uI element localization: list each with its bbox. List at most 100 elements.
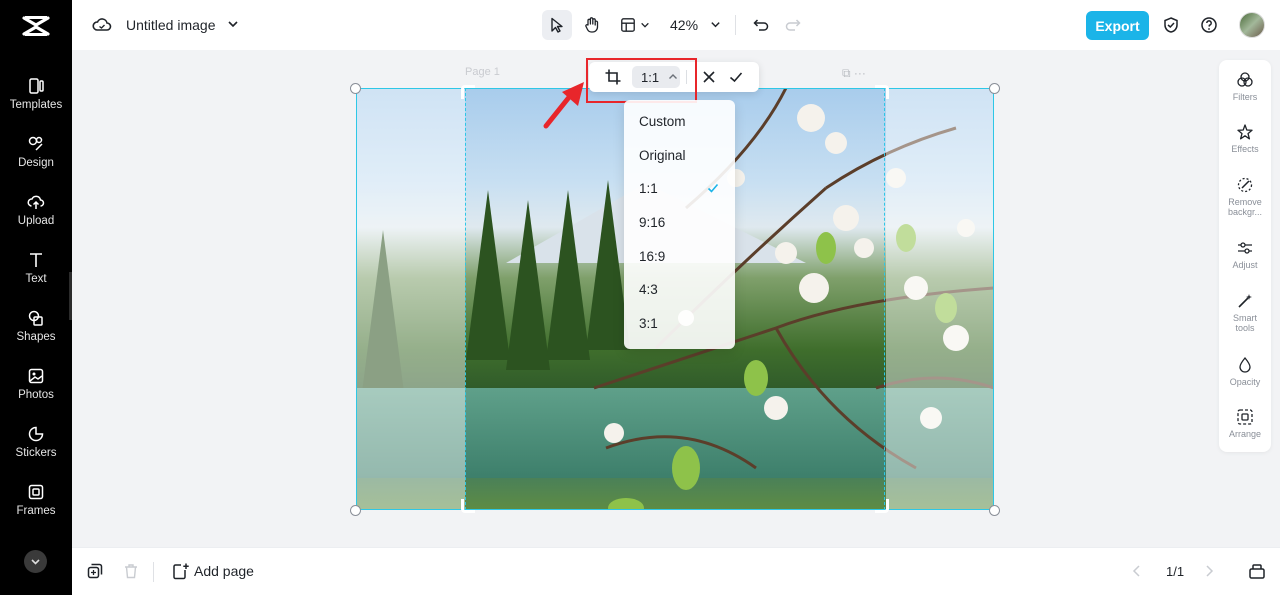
sidebar-item-label: Text xyxy=(25,273,47,285)
check-icon xyxy=(707,183,719,193)
resize-handle-top-right[interactable] xyxy=(989,83,1000,94)
undo-icon[interactable] xyxy=(751,16,769,34)
page-panel-icon[interactable] xyxy=(1248,562,1266,580)
zoom-level[interactable]: 42% xyxy=(670,17,698,33)
panel-item-arrange[interactable]: Arrange xyxy=(1219,408,1271,439)
cloud-icon[interactable] xyxy=(92,15,112,35)
sidebar-item-label: Frames xyxy=(16,505,56,517)
ratio-option-4-3[interactable]: 4:3 xyxy=(624,274,735,304)
panel-item-smart-tools[interactable]: Smart tools xyxy=(1219,292,1271,333)
upload-icon xyxy=(27,195,45,209)
shapes-icon xyxy=(28,310,43,326)
add-page-icon xyxy=(173,563,189,580)
ratio-option-1-1[interactable]: 1:1 xyxy=(624,173,735,203)
text-icon xyxy=(30,253,42,267)
chevron-down-icon xyxy=(641,22,649,28)
delete-page-icon[interactable] xyxy=(122,562,140,580)
crop-handle-bottom-left[interactable] xyxy=(461,499,475,513)
sidebar-item-label: Design xyxy=(18,157,54,169)
ratio-option-16-9[interactable]: 16:9 xyxy=(624,241,735,271)
ratio-option-label: 1:1 xyxy=(639,180,658,196)
sidebar-item-text[interactable]: Text xyxy=(0,251,72,303)
add-page-label: Add page xyxy=(194,563,254,579)
filters-icon xyxy=(1237,72,1253,87)
sidebar-item-photos[interactable]: Photos xyxy=(0,367,72,419)
select-tool-button[interactable] xyxy=(542,10,572,40)
panel-item-label: Filters xyxy=(1232,92,1258,102)
panel-item-opacity[interactable]: Opacity xyxy=(1219,356,1271,387)
next-page-icon[interactable] xyxy=(1202,562,1216,580)
page-label: Page 1 xyxy=(465,66,500,78)
sidebar-item-templates[interactable]: Templates xyxy=(0,77,72,129)
ratio-option-9-16[interactable]: 9:16 xyxy=(624,207,735,237)
resize-handle-top-left[interactable] xyxy=(350,83,361,94)
document-title[interactable]: Untitled image xyxy=(126,17,216,33)
crop-handle-top-right[interactable] xyxy=(875,85,889,99)
aspect-ratio-menu: Custom Original 1:1 9:16 16:9 4:3 3:1 xyxy=(624,100,735,349)
panel-item-effects[interactable]: Effects xyxy=(1219,123,1271,154)
annotation-arrow-icon xyxy=(543,82,584,129)
crop-handle-top-left[interactable] xyxy=(461,85,475,99)
top-bar: Untitled image 42% Export xyxy=(72,0,1280,50)
panel-item-label: Effects xyxy=(1231,144,1259,154)
remove-background-icon xyxy=(1237,177,1253,193)
add-page-button[interactable]: Add page xyxy=(172,562,254,580)
bottom-bar: Add page 1/1 xyxy=(72,547,1280,595)
previous-page-icon[interactable] xyxy=(1130,562,1144,580)
templates-icon xyxy=(29,78,44,94)
panel-item-label: Smart tools xyxy=(1232,313,1257,333)
sidebar-item-design[interactable]: Design xyxy=(0,135,72,187)
resize-handle-bottom-right[interactable] xyxy=(989,505,1000,516)
pointer-icon xyxy=(551,17,563,33)
panel-item-label: Remove backgr... xyxy=(1227,197,1263,217)
crop-handle-bottom-right[interactable] xyxy=(875,499,889,513)
layout-dropdown-button[interactable] xyxy=(615,10,655,40)
ratio-option-original[interactable]: Original xyxy=(624,140,735,170)
sidebar-item-shapes[interactable]: Shapes xyxy=(0,309,72,361)
page-actions[interactable]: ⧉ ··· xyxy=(842,66,866,81)
sidebar-item-stickers[interactable]: Stickers xyxy=(0,425,72,477)
sidebar-item-label: Templates xyxy=(9,99,63,111)
panel-item-remove-background[interactable]: Remove backgr... xyxy=(1219,176,1271,217)
sidebar-item-label: Photos xyxy=(18,389,54,401)
redo-icon[interactable] xyxy=(785,16,803,34)
arrange-icon xyxy=(1237,409,1253,425)
opacity-icon xyxy=(1239,356,1251,373)
smart-tools-icon xyxy=(1238,294,1252,308)
adjust-icon xyxy=(1238,242,1252,254)
resize-handle-bottom-left[interactable] xyxy=(350,505,361,516)
panel-item-label: Adjust xyxy=(1232,260,1258,270)
panel-item-label: Arrange xyxy=(1228,429,1262,439)
ratio-option-3-1[interactable]: 3:1 xyxy=(624,308,735,338)
hand-tool-button[interactable] xyxy=(577,10,607,40)
photos-icon xyxy=(28,368,44,384)
sidebar-more-button[interactable] xyxy=(24,550,47,573)
panel-item-filters[interactable]: Filters xyxy=(1219,71,1271,102)
layout-icon xyxy=(621,18,635,32)
sidebar-item-frames[interactable]: Frames xyxy=(0,483,72,535)
chevron-down-icon[interactable] xyxy=(227,18,239,30)
design-icon xyxy=(28,136,43,151)
highlight-box xyxy=(586,58,697,103)
shield-icon[interactable] xyxy=(1162,16,1180,34)
panel-item-adjust[interactable]: Adjust xyxy=(1219,239,1271,270)
sidebar-item-upload[interactable]: Upload xyxy=(0,193,72,245)
chevron-down-icon[interactable] xyxy=(710,19,721,30)
sidebar-item-label: Upload xyxy=(17,215,55,227)
ratio-option-custom[interactable]: Custom xyxy=(624,106,735,136)
duplicate-page-icon[interactable] xyxy=(86,562,104,580)
export-button[interactable]: Export xyxy=(1086,11,1149,40)
capcut-logo[interactable] xyxy=(22,13,50,39)
user-avatar[interactable] xyxy=(1239,12,1265,38)
effects-icon xyxy=(1237,124,1253,140)
chevron-down-icon xyxy=(31,559,40,565)
close-icon[interactable] xyxy=(702,70,716,84)
hand-icon xyxy=(585,17,599,33)
check-icon[interactable] xyxy=(729,70,743,84)
toolbar-divider xyxy=(735,15,736,35)
left-sidebar: Templates Design Upload Text Shapes Phot… xyxy=(0,0,72,595)
stickers-icon xyxy=(28,426,44,442)
panel-item-label: Opacity xyxy=(1229,377,1261,387)
frames-icon xyxy=(28,484,44,500)
help-icon[interactable] xyxy=(1200,16,1218,34)
